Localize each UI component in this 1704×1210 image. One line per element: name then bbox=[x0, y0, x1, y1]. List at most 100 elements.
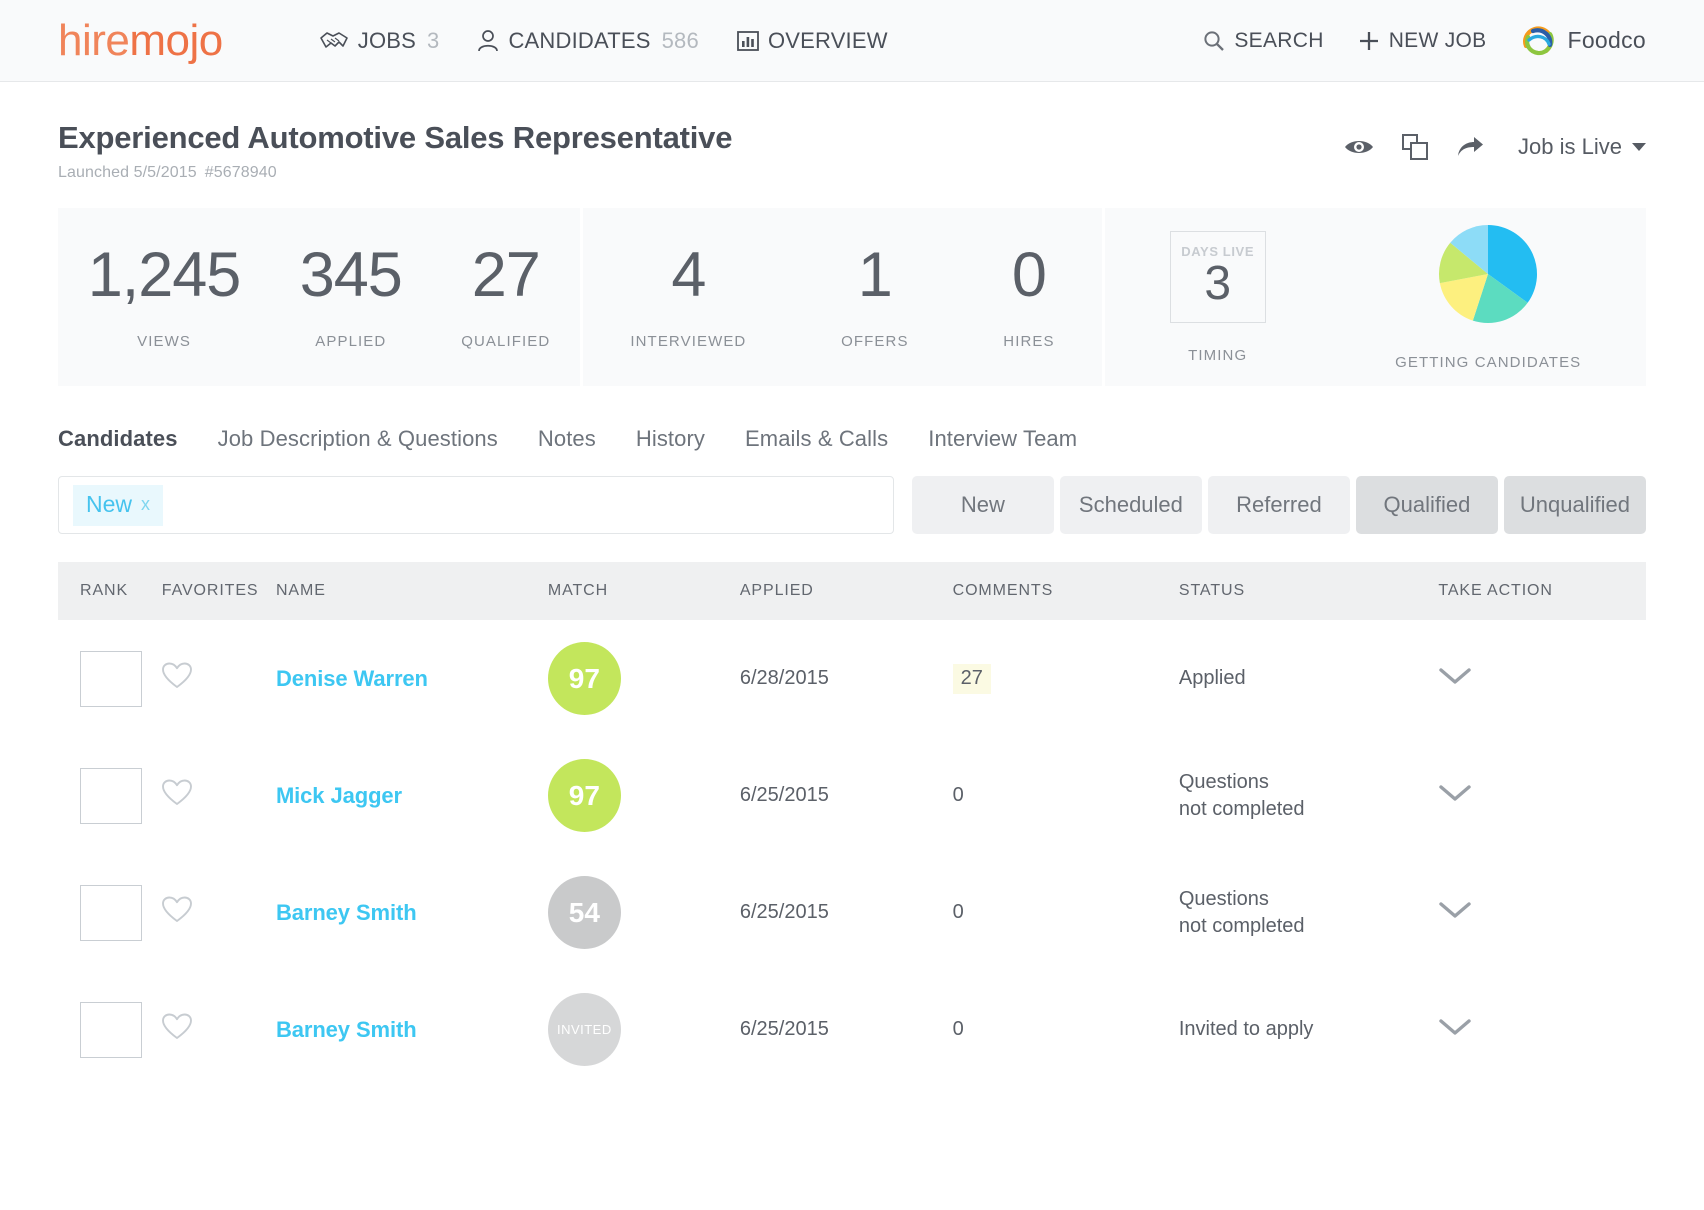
candidates-table-body: Denise Warren 97 6/28/2015 27 Applied Mick Ja… bbox=[58, 620, 1646, 1088]
table-row[interactable]: Mick Jagger 97 6/25/2015 0 Questions not comp… bbox=[58, 737, 1646, 854]
section-tabs: Candidates Job Description & Questions N… bbox=[58, 426, 1646, 456]
rank-checkbox[interactable] bbox=[80, 650, 142, 707]
filter-token-new[interactable]: New x bbox=[73, 484, 164, 526]
tab-notes[interactable]: Notes bbox=[538, 426, 596, 452]
favorite-heart-icon[interactable] bbox=[161, 662, 192, 695]
chevron-down-icon[interactable] bbox=[1438, 1017, 1472, 1043]
filter-token-label: New bbox=[86, 490, 133, 517]
candidate-name-link[interactable]: Mick Jagger bbox=[276, 783, 402, 808]
column-header-status[interactable]: STATUS bbox=[1178, 562, 1439, 620]
filter-button-unqualified[interactable]: Unqualified bbox=[1503, 476, 1646, 534]
status-text: Questions not completed bbox=[1178, 887, 1305, 937]
column-header-comments[interactable]: COMMENTS bbox=[952, 562, 1179, 620]
filter-button-new[interactable]: New bbox=[911, 476, 1054, 534]
chevron-down-icon[interactable] bbox=[1438, 783, 1472, 809]
duplicate-icon[interactable] bbox=[1402, 134, 1429, 160]
filter-button-qualified[interactable]: Qualified bbox=[1355, 476, 1498, 534]
column-header-take-action[interactable]: TAKE ACTION bbox=[1438, 562, 1646, 620]
filter-button-scheduled[interactable]: Scheduled bbox=[1059, 476, 1202, 534]
chevron-down-icon[interactable] bbox=[1438, 900, 1472, 926]
page-content: Experienced Automotive Sales Representat… bbox=[0, 82, 1704, 1088]
close-icon[interactable]: x bbox=[141, 494, 150, 515]
cell-comments: 0 bbox=[953, 854, 1179, 971]
nav-item-search-label: SEARCH bbox=[1234, 28, 1324, 52]
comments-count[interactable]: 27 bbox=[952, 664, 991, 694]
nav-candidates-count: 586 bbox=[661, 27, 699, 53]
pie-chart bbox=[1395, 224, 1581, 329]
cell-rank bbox=[58, 971, 162, 1088]
candidate-name-link[interactable]: Barney Smith bbox=[276, 1017, 417, 1042]
cell-take-action bbox=[1438, 854, 1646, 971]
favorite-heart-icon[interactable] bbox=[161, 1013, 192, 1046]
tab-interview-team[interactable]: Interview Team bbox=[928, 426, 1077, 452]
stat-qualified-value: 27 bbox=[471, 240, 541, 310]
logo-text-hire: hire bbox=[58, 15, 130, 65]
stat-offers-value: 1 bbox=[857, 240, 893, 310]
cell-match: 54 bbox=[547, 854, 740, 971]
tab-history[interactable]: History bbox=[636, 426, 705, 452]
chevron-down-icon bbox=[1632, 143, 1646, 151]
comments-count[interactable]: 0 bbox=[953, 1018, 964, 1040]
nav-item-candidates[interactable]: CANDIDATES 586 bbox=[477, 27, 699, 54]
cell-name: Denise Warren bbox=[276, 620, 548, 737]
job-title-block: Experienced Automotive Sales Representat… bbox=[58, 120, 732, 182]
nav-item-new-job[interactable]: NEW JOB bbox=[1358, 29, 1487, 53]
bar-chart-icon bbox=[737, 30, 759, 52]
preview-eye-icon[interactable] bbox=[1344, 137, 1374, 157]
column-header-rank[interactable]: RANK bbox=[58, 562, 162, 620]
column-header-name[interactable]: NAME bbox=[275, 562, 548, 620]
column-header-favorites[interactable]: FAVORITES bbox=[161, 562, 276, 620]
cell-favorites bbox=[161, 854, 276, 971]
cell-take-action bbox=[1438, 971, 1646, 1088]
stat-applied-value: 345 bbox=[299, 240, 403, 310]
rank-checkbox[interactable] bbox=[80, 884, 142, 941]
stat-applied: 345 APPLIED bbox=[292, 240, 410, 351]
comments-count[interactable]: 0 bbox=[953, 784, 964, 806]
chevron-down-icon[interactable] bbox=[1438, 666, 1472, 692]
stat-offers: 1 OFFERS bbox=[833, 240, 916, 351]
stat-views-value: 1,245 bbox=[87, 240, 242, 310]
job-header: Experienced Automotive Sales Representat… bbox=[58, 82, 1646, 182]
tab-candidates[interactable]: Candidates bbox=[58, 426, 178, 452]
table-row[interactable]: Denise Warren 97 6/28/2015 27 Applied bbox=[58, 620, 1646, 737]
nav-item-overview-label: OVERVIEW bbox=[767, 27, 888, 53]
account-menu[interactable]: Foodco bbox=[1520, 22, 1646, 60]
rank-checkbox[interactable] bbox=[80, 767, 142, 824]
comments-count[interactable]: 0 bbox=[953, 901, 964, 923]
filter-token-input[interactable]: New x bbox=[58, 476, 894, 534]
nav-item-jobs[interactable]: JOBS 3 bbox=[319, 28, 440, 54]
applied-date: 6/28/2015 bbox=[739, 667, 829, 689]
column-header-applied[interactable]: APPLIED bbox=[739, 562, 953, 620]
cell-applied: 6/25/2015 bbox=[740, 854, 953, 971]
hiremojo-logo[interactable]: hiremojo bbox=[58, 15, 223, 65]
table-header-row: RANK FAVORITES NAME MATCH APPLIED COMMEN… bbox=[58, 562, 1646, 620]
cell-rank bbox=[58, 620, 162, 737]
candidate-name-link[interactable]: Barney Smith bbox=[276, 900, 417, 925]
tab-emails-calls[interactable]: Emails & Calls bbox=[745, 426, 888, 452]
nav-item-search[interactable]: SEARCH bbox=[1203, 29, 1323, 53]
cell-comments: 0 bbox=[953, 971, 1179, 1088]
stat-hires: 0 HIRES bbox=[995, 244, 1062, 351]
column-header-match[interactable]: MATCH bbox=[547, 562, 740, 620]
candidate-name-link[interactable]: Denise Warren bbox=[276, 666, 428, 691]
favorite-heart-icon[interactable] bbox=[161, 779, 192, 812]
logo-text-mojo: mojo bbox=[129, 15, 223, 65]
job-status-dropdown[interactable]: Job is Live bbox=[1518, 134, 1646, 160]
filter-button-referred[interactable]: Referred bbox=[1207, 476, 1350, 534]
favorite-heart-icon[interactable] bbox=[161, 896, 192, 929]
job-actions: Job is Live bbox=[1344, 120, 1646, 160]
cell-match: 97 bbox=[547, 620, 740, 737]
table-row[interactable]: Barney Smith 54 6/25/2015 0 Questions not com… bbox=[58, 854, 1646, 971]
status-text: Questions not completed bbox=[1178, 770, 1305, 820]
nav-item-overview[interactable]: OVERVIEW bbox=[737, 28, 888, 54]
stats-group-funnel-top: 1,245 VIEWS 345 APPLIED 27 QUALIFIED bbox=[58, 208, 580, 386]
rank-checkbox[interactable] bbox=[80, 1001, 142, 1058]
tab-job-description[interactable]: Job Description & Questions bbox=[218, 426, 498, 452]
nav-item-jobs-label: JOBS bbox=[357, 27, 417, 53]
cell-status: Invited to apply bbox=[1179, 971, 1438, 1088]
cell-status: Questions not completed bbox=[1179, 737, 1438, 854]
days-live-badge: DAYS LIVE 3 bbox=[1169, 230, 1266, 323]
match-score-badge: 97 bbox=[547, 642, 621, 715]
share-arrow-icon[interactable] bbox=[1456, 136, 1484, 158]
table-row[interactable]: Barney Smith INVITED 6/25/2015 0 Invited to … bbox=[58, 971, 1646, 1088]
